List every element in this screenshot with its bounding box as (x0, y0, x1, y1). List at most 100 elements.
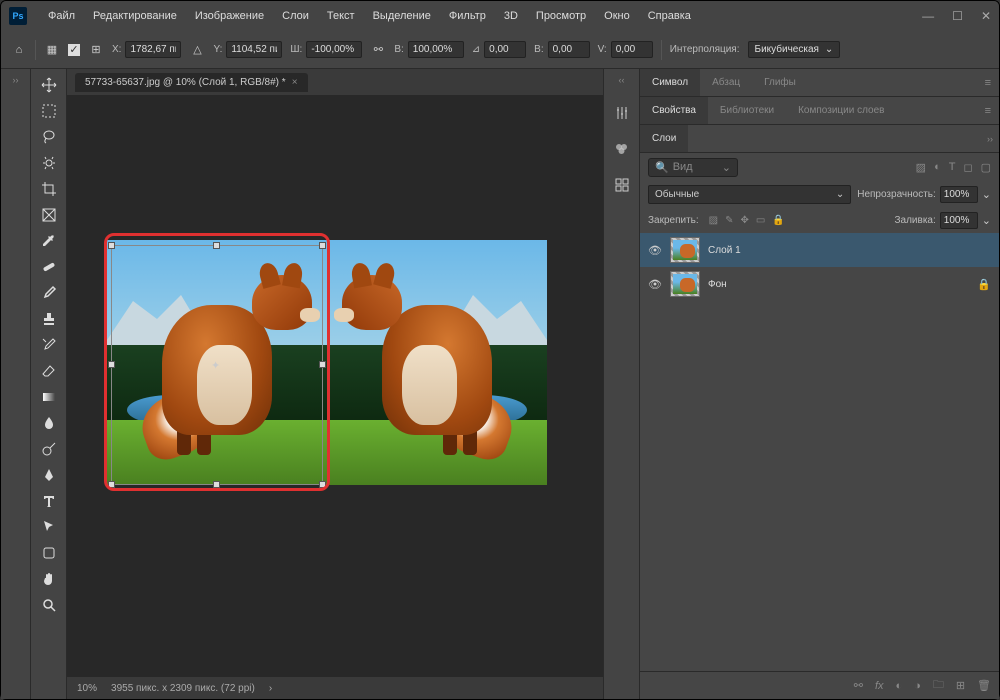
visibility-icon[interactable]: 👁 (648, 278, 662, 291)
menu-select[interactable]: Выделение (364, 10, 440, 22)
adjustments-panel-icon[interactable] (610, 101, 634, 125)
panel2-menu-icon[interactable]: ≡ (985, 105, 991, 117)
opacity-input[interactable] (940, 186, 978, 203)
heal-tool[interactable] (35, 255, 63, 279)
eyedropper-tool[interactable] (35, 229, 63, 253)
history-brush-tool[interactable] (35, 333, 63, 357)
blend-mode-select[interactable]: Обычные⌄ (648, 185, 851, 204)
swatches-panel-icon[interactable] (610, 137, 634, 161)
gradient-tool[interactable] (35, 385, 63, 409)
marquee-tool[interactable] (35, 99, 63, 123)
menu-text[interactable]: Текст (318, 10, 364, 22)
home-icon[interactable]: ⌂ (11, 42, 27, 58)
frame-tool[interactable] (35, 203, 63, 227)
tab-character[interactable]: Символ (640, 69, 700, 96)
filter-adjust-icon[interactable]: ◐ (934, 161, 941, 174)
lock-pos-icon[interactable]: ✥ (741, 215, 749, 226)
tab-layers[interactable]: Слои (640, 125, 688, 152)
lock-trans-icon[interactable]: ▨ (709, 215, 718, 226)
fx-icon[interactable]: fx (875, 680, 884, 692)
filter-pixel-icon[interactable]: ▨ (916, 161, 926, 174)
blur-tool[interactable] (35, 411, 63, 435)
tab-layer-comps[interactable]: Композиции слоев (786, 97, 896, 124)
dodge-tool[interactable] (35, 437, 63, 461)
tab-libraries[interactable]: Библиотеки (708, 97, 786, 124)
crop-tool[interactable] (35, 177, 63, 201)
canvas-viewport[interactable]: ✦ (67, 95, 603, 677)
filter-shape-icon[interactable]: ◻ (963, 161, 972, 174)
w-input[interactable] (306, 41, 362, 58)
panel1-menu-icon[interactable]: ≡ (985, 77, 991, 89)
hand-tool[interactable] (35, 567, 63, 591)
layer-thumb[interactable] (670, 271, 700, 297)
lasso-tool[interactable] (35, 125, 63, 149)
minimize-icon[interactable]: — (922, 9, 934, 23)
text-tool[interactable] (35, 489, 63, 513)
skewv-input[interactable] (611, 41, 653, 58)
link-layers-icon[interactable]: ⚯ (854, 679, 863, 692)
menu-edit[interactable]: Редактирование (84, 10, 186, 22)
filter-smart-icon[interactable]: ▢ (981, 161, 991, 174)
lock-icon[interactable]: 🔒 (977, 278, 991, 291)
menu-filter[interactable]: Фильтр (440, 10, 495, 22)
expand-left-icon[interactable]: ›› (13, 75, 19, 85)
quick-select-tool[interactable] (35, 151, 63, 175)
zoom-tool[interactable] (35, 593, 63, 617)
eraser-tool[interactable] (35, 359, 63, 383)
expand-mid-icon[interactable]: ‹‹ (619, 75, 625, 85)
menu-3d[interactable]: 3D (495, 10, 527, 22)
y-input[interactable] (226, 41, 282, 58)
menu-image[interactable]: Изображение (186, 10, 273, 22)
link-icon[interactable]: ⚯ (370, 42, 386, 58)
tab-close-icon[interactable]: × (292, 77, 298, 88)
filter-text-icon[interactable]: T (949, 161, 956, 174)
ref-point-icon[interactable]: ⊞ (88, 42, 104, 58)
stamp-tool[interactable] (35, 307, 63, 331)
skewh-input[interactable] (548, 41, 590, 58)
maximize-icon[interactable]: ☐ (952, 9, 963, 23)
angle-input[interactable] (484, 41, 526, 58)
h-input[interactable] (408, 41, 464, 58)
tab-paragraph[interactable]: Абзац (700, 69, 752, 96)
path-select-tool[interactable] (35, 515, 63, 539)
grid-panel-icon[interactable] (610, 173, 634, 197)
shape-tool[interactable] (35, 541, 63, 565)
visibility-icon[interactable]: 👁 (648, 244, 662, 257)
layer-row[interactable]: 👁 Слой 1 (640, 233, 999, 267)
checkbox-icon[interactable]: ✓ (68, 44, 80, 56)
group-icon[interactable]: 🗀 (933, 676, 944, 695)
layer-name[interactable]: Слой 1 (708, 245, 991, 256)
status-chevron-icon[interactable]: › (269, 683, 272, 694)
layer-filter-select[interactable]: 🔍 Вид ⌄ (648, 158, 738, 177)
expand-panels-icon[interactable]: ›› (987, 134, 993, 144)
menu-help[interactable]: Справка (639, 10, 700, 22)
menu-window[interactable]: Окно (595, 10, 639, 22)
opacity-chevron-icon[interactable]: ⌄ (982, 188, 991, 201)
layer-name[interactable]: Фон (708, 279, 969, 290)
lock-paint-icon[interactable]: ✎ (725, 215, 733, 226)
tab-properties[interactable]: Свойства (640, 97, 708, 124)
interp-select[interactable]: Бикубическая⌄ (748, 41, 841, 58)
new-layer-icon[interactable]: ⊞ (956, 679, 965, 692)
move-tool[interactable] (35, 73, 63, 97)
layer-thumb[interactable] (670, 237, 700, 263)
lock-all-icon[interactable]: 🔒 (772, 215, 784, 226)
zoom-value[interactable]: 10% (77, 683, 97, 694)
layer-row[interactable]: 👁 Фон 🔒 (640, 267, 999, 301)
delete-icon[interactable]: 🗑 (977, 679, 991, 692)
mask-icon[interactable]: ◐ (896, 680, 903, 692)
fill-input[interactable] (940, 212, 978, 229)
x-input[interactable] (125, 41, 181, 58)
menu-layers[interactable]: Слои (273, 10, 318, 22)
transform-ref-icon[interactable]: ▦ (44, 42, 60, 58)
lock-nest-icon[interactable]: ▭ (756, 215, 765, 226)
delta-icon[interactable]: △ (189, 42, 205, 58)
fill-chevron-icon[interactable]: ⌄ (982, 214, 991, 227)
menu-view[interactable]: Просмотр (527, 10, 595, 22)
document-tab[interactable]: 57733-65637.jpg @ 10% (Слой 1, RGB/8#) *… (75, 73, 308, 92)
transform-bounds[interactable]: ✦ (111, 245, 323, 485)
close-icon[interactable]: ✕ (981, 9, 991, 23)
brush-tool[interactable] (35, 281, 63, 305)
tab-glyphs[interactable]: Глифы (752, 69, 808, 96)
menu-file[interactable]: Файл (39, 10, 84, 22)
